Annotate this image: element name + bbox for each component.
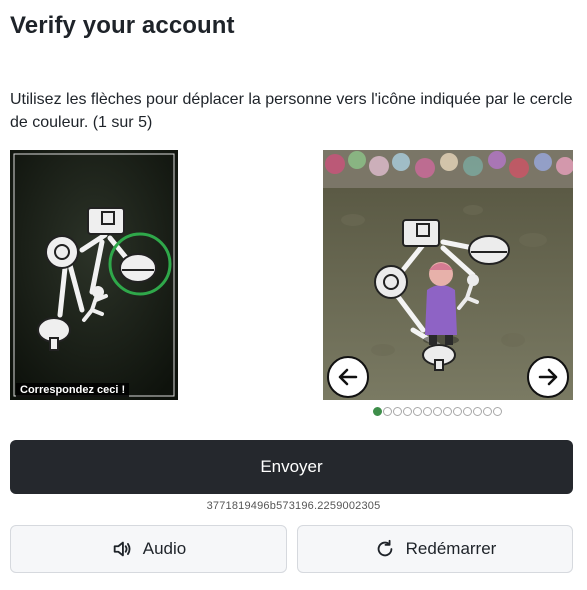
restart-label: Redémarrer (405, 539, 497, 558)
puzzle-scene (323, 150, 573, 400)
reference-image: Correspondez ceci ! (10, 150, 178, 400)
progress-dot (393, 407, 402, 416)
progress-dot (433, 407, 442, 416)
progress-dots (373, 407, 502, 416)
reference-caption: Correspondez ceci ! (16, 383, 130, 397)
progress-dot (493, 407, 502, 416)
progress-dot (463, 407, 472, 416)
session-id: 3771819496b573196.2259002305 (206, 500, 381, 512)
progress-dot (483, 407, 492, 416)
progress-dot (373, 407, 382, 416)
page-title: Verify your account (10, 12, 235, 39)
progress-dot (383, 407, 392, 416)
progress-dot (453, 407, 462, 416)
arrow-right-icon (538, 368, 558, 386)
progress-dot (443, 407, 452, 416)
refresh-icon (377, 539, 392, 557)
restart-button[interactable]: Redémarrer (297, 525, 573, 573)
speaker-icon (113, 541, 131, 557)
arrow-right-button[interactable] (527, 356, 569, 398)
reference-diagram (10, 150, 178, 400)
arrow-left-icon (338, 368, 358, 386)
progress-dot (403, 407, 412, 416)
submit-label: Envoyer (260, 457, 323, 476)
instructions-text: Utilisez les flèches pour déplacer la pe… (10, 91, 573, 131)
arrow-left-button[interactable] (327, 356, 369, 398)
progress-dot (473, 407, 482, 416)
box-icon (87, 207, 125, 235)
submit-button[interactable]: Envoyer (10, 440, 573, 494)
progress-dot (423, 407, 432, 416)
audio-button[interactable]: Audio (10, 525, 287, 573)
audio-label: Audio (142, 539, 187, 558)
flower-icon (45, 235, 79, 269)
progress-dot (413, 407, 422, 416)
